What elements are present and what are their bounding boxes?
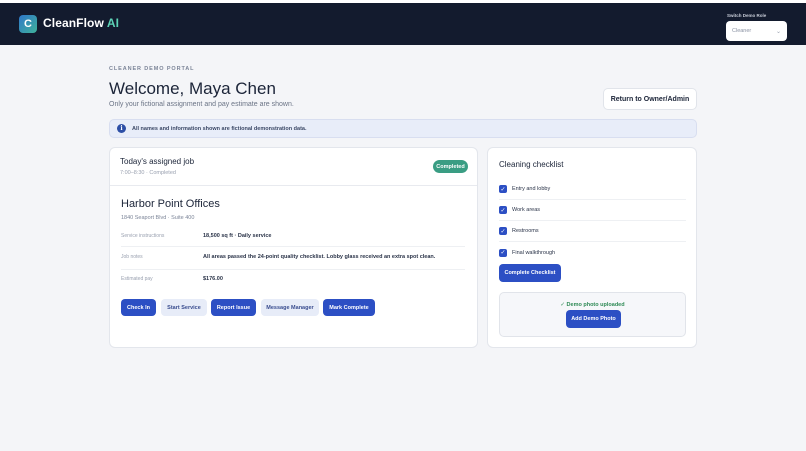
detail-label: Service instructions <box>121 233 165 239</box>
detail-row-instructions: Service instructions 18,500 sq ft · Dail… <box>121 228 465 247</box>
checklist-item[interactable]: ✓ Work areas <box>499 200 686 221</box>
add-demo-photo-button[interactable]: Add Demo Photo <box>566 310 621 328</box>
brand-main: CleanFlow <box>43 16 104 30</box>
photo-upload-status: ✓ Demo photo uploaded <box>560 302 625 308</box>
fictional-data-notice: i All names and information shown are fi… <box>109 119 697 138</box>
role-select[interactable]: Cleaner ⌄ <box>726 21 787 41</box>
app-header: C CleanFlow AI Switch Demo Role Cleaner … <box>0 3 806 45</box>
assigned-job-card: Today's assigned job 7:00–8:30 · Complet… <box>109 147 478 348</box>
checklist-item[interactable]: ✓ Restrooms <box>499 221 686 242</box>
role-select-value: Cleaner <box>732 28 752 34</box>
status-badge: Completed <box>433 160 468 173</box>
brand-accent: AI <box>106 16 120 30</box>
checklist-item-label: Restrooms <box>512 228 539 234</box>
site-address: 1840 Seaport Blvd · Suite 400 <box>121 215 195 221</box>
logo-icon: C <box>19 15 37 33</box>
role-switch-label: Switch Demo Role <box>727 13 767 18</box>
checklist-item-label: Final walkthrough <box>512 249 556 256</box>
page-title: Welcome, Maya Chen <box>109 79 276 98</box>
job-time: 7:00–8:30 · Completed <box>120 170 176 176</box>
complete-checklist-button[interactable]: Complete Checklist <box>499 264 561 282</box>
checklist-title: Cleaning checklist <box>499 160 564 169</box>
checkbox-checked-icon[interactable]: ✓ <box>499 185 507 193</box>
detail-row-pay: Estimated pay $176.00 <box>121 270 465 289</box>
chevron-down-icon: ⌄ <box>775 28 781 35</box>
checklist-item-label: Work areas <box>512 207 541 213</box>
message-manager-button[interactable]: Message Manager <box>261 299 319 316</box>
detail-value: 18,500 sq ft · Daily service <box>203 233 272 239</box>
portal-eyebrow: CLEANER DEMO PORTAL <box>109 66 195 72</box>
photo-upload-box: ✓ Demo photo uploaded Add Demo Photo <box>499 292 686 337</box>
job-card-title: Today's assigned job <box>120 157 195 166</box>
return-to-admin-button[interactable]: Return to Owner/Admin <box>603 88 697 110</box>
detail-value: All areas passed the 24-point quality ch… <box>203 254 436 260</box>
report-issue-button[interactable]: Report Issue <box>211 299 256 316</box>
cleaning-checklist-card: Cleaning checklist ✓ Entry and lobby ✓ W… <box>487 147 697 348</box>
checkbox-checked-icon[interactable]: ✓ <box>499 206 507 214</box>
checklist-item-label: Entry and lobby <box>512 186 551 192</box>
checklist-item[interactable]: ✓ Entry and lobby <box>499 179 686 200</box>
brand-name: CleanFlow AI <box>43 16 119 30</box>
start-service-button[interactable]: Start Service <box>161 299 207 316</box>
site-name: Harbor Point Offices <box>121 198 220 210</box>
detail-row-notes: Job notes All areas passed the 24-point … <box>121 247 465 270</box>
job-card-header: Today's assigned job 7:00–8:30 · Complet… <box>110 148 477 186</box>
mark-complete-button[interactable]: Mark Complete <box>323 299 375 316</box>
page-subtitle: Only your fictional assignment and pay e… <box>109 101 294 108</box>
detail-label: Estimated pay <box>121 276 153 282</box>
detail-label: Job notes <box>121 254 143 260</box>
info-icon: i <box>117 124 126 133</box>
checkbox-checked-icon[interactable]: ✓ <box>499 248 507 257</box>
check-in-button[interactable]: Check In <box>121 299 156 316</box>
detail-value: $176.00 <box>203 276 223 282</box>
checkbox-checked-icon[interactable]: ✓ <box>499 227 507 235</box>
checklist-item[interactable]: ✓ Final walkthrough <box>499 242 686 263</box>
notice-text: All names and information shown are fict… <box>132 125 307 132</box>
